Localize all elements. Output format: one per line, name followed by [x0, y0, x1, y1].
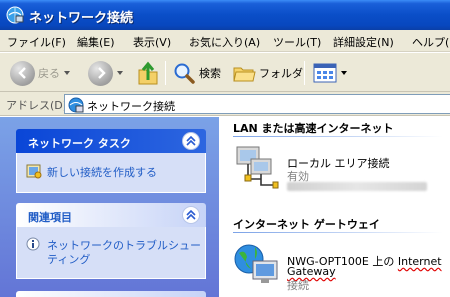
views-button[interactable] [313, 59, 347, 87]
related-body: ネットワークのトラブルシュー ティング [16, 227, 206, 279]
menu-edit[interactable]: 編集(E) [77, 34, 115, 50]
forward-arrow-icon [88, 60, 113, 86]
address-input[interactable]: ネットワーク接続 [64, 94, 450, 114]
address-label: アドレス(D) [6, 99, 68, 112]
back-button[interactable]: 戻る [10, 59, 70, 87]
menu-bar: ファイル(F) 編集(E) 表示(V) お気に入り(A) ツール(T) 詳細設定… [0, 30, 450, 52]
details-panel [16, 291, 206, 297]
info-icon [26, 237, 40, 251]
window-title: ネットワーク接続 [29, 11, 134, 26]
back-label: 戻る [38, 67, 60, 80]
toolbar-separator [304, 61, 305, 85]
network-tasks-panel: ネットワーク タスク 新しい接続を作成する [16, 129, 206, 193]
network-tasks-body: 新しい接続を作成する [16, 153, 206, 193]
collapse-chevron-icon[interactable] [182, 132, 200, 150]
network-connections-icon [68, 97, 84, 113]
toolbar: 戻る 検索 フォルダ [0, 52, 450, 92]
internet-gateway-icon [234, 244, 278, 283]
troubleshooting-link-line2: ティング [47, 253, 91, 266]
gateway-name-part2: Internet [397, 255, 442, 268]
menu-advanced[interactable]: 詳細設定(N) [333, 34, 394, 50]
back-arrow-icon [10, 60, 35, 86]
search-icon [174, 63, 195, 84]
gateway-status: 接続 [287, 279, 309, 292]
address-bar: アドレス(D) ネットワーク接続 [0, 92, 450, 116]
group-divider [233, 232, 443, 233]
address-value: ネットワーク接続 [87, 100, 175, 113]
connections-list: LAN または高速インターネット ローカル エリア接続 有効 インターネット ゲ… [219, 117, 450, 297]
network-connections-icon [6, 6, 24, 24]
menu-file[interactable]: ファイル(F) [7, 34, 66, 50]
related-panel: 関連項目 ネットワークのトラブルシュー ティング [16, 203, 206, 279]
lan-group-title: LAN または高速インターネット [233, 122, 394, 135]
title-bar[interactable]: ネットワーク接続 [0, 0, 450, 30]
views-icon [313, 63, 337, 83]
details-header[interactable] [16, 291, 206, 297]
menu-help[interactable]: ヘルプ(H) [412, 34, 450, 50]
collapse-chevron-icon[interactable] [182, 206, 200, 224]
forward-button[interactable] [88, 59, 123, 87]
folders-button[interactable]: フォルダ [232, 59, 303, 87]
menu-view[interactable]: 表示(V) [133, 34, 171, 50]
related-header[interactable]: 関連項目 [16, 203, 206, 227]
forward-dropdown-icon [117, 71, 123, 75]
up-button[interactable] [136, 59, 160, 87]
folders-icon [233, 67, 256, 82]
menu-favorites[interactable]: お気に入り(A) [189, 34, 260, 50]
redacted-adapter-name [287, 182, 427, 191]
up-folder-icon [138, 61, 158, 85]
network-tasks-title: ネットワーク タスク [28, 137, 131, 150]
gateway-group-title: インターネット ゲートウェイ [233, 218, 380, 231]
create-new-connection-link[interactable]: 新しい接続を作成する [47, 164, 157, 180]
lan-connection-icon [236, 146, 279, 189]
toolbar-separator [165, 61, 166, 85]
task-pane: ネットワーク タスク 新しい接続を作成する 関連項目 ネットワークのトラブルシュ… [0, 117, 219, 297]
views-dropdown-icon [341, 71, 347, 75]
folders-label: フォルダ [259, 67, 303, 80]
back-dropdown-icon [64, 71, 70, 75]
group-divider [233, 136, 443, 137]
menu-tools[interactable]: ツール(T) [273, 34, 321, 50]
related-title: 関連項目 [28, 211, 72, 224]
network-tasks-header[interactable]: ネットワーク タスク [16, 129, 206, 153]
search-button[interactable]: 検索 [172, 59, 221, 87]
search-label: 検索 [199, 67, 221, 80]
new-connection-icon [26, 164, 42, 179]
